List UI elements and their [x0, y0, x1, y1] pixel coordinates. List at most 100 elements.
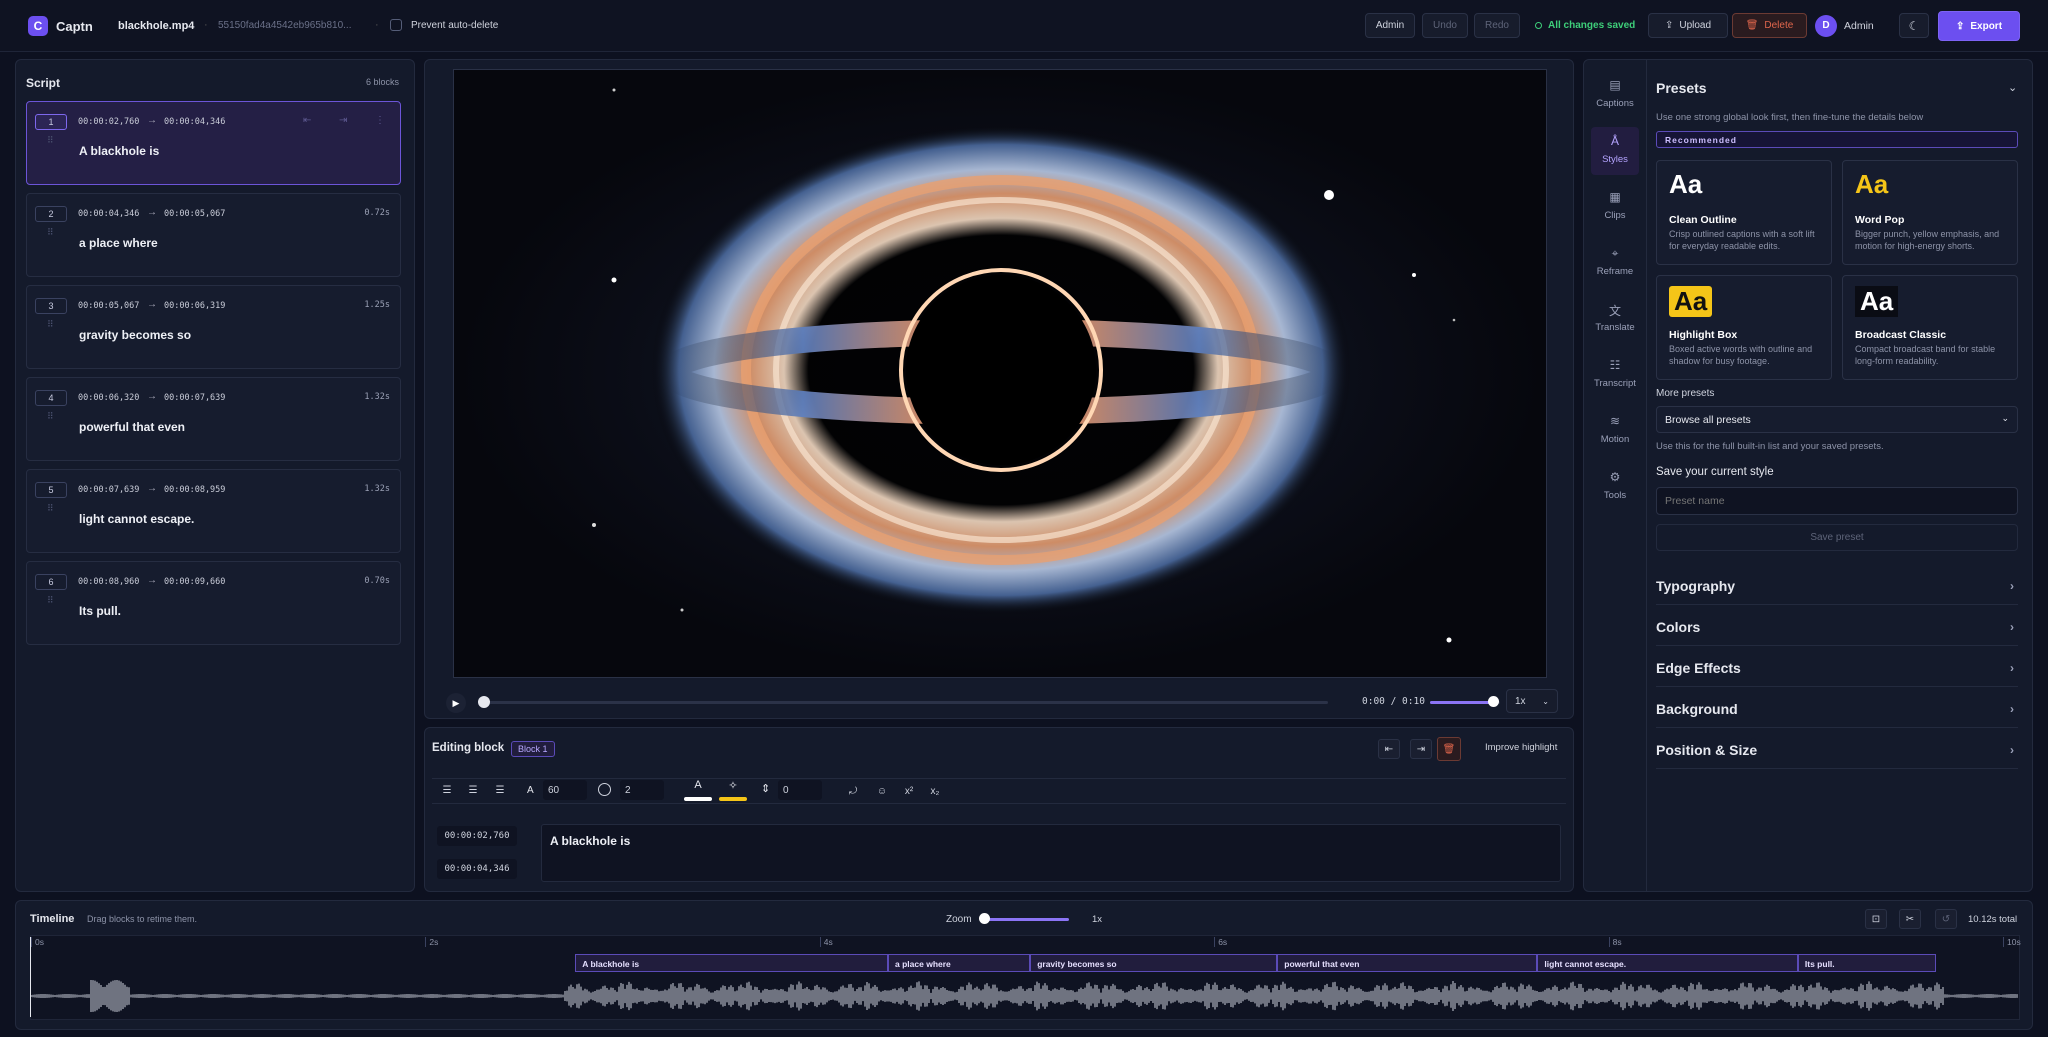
- section-position-size[interactable]: Position & Size ›: [1656, 731, 2018, 769]
- script-block[interactable]: 5 00:00:07,639 → 00:00:08,959 1.32s ⠿ li…: [26, 469, 401, 553]
- caption-text-field[interactable]: A blackhole is: [541, 824, 1561, 882]
- start-time-field[interactable]: 00:00:02,760: [437, 826, 517, 846]
- drag-handle-icon[interactable]: ⠿: [47, 596, 54, 605]
- section-background[interactable]: Background ›: [1656, 690, 2018, 728]
- wrap-button[interactable]: ⤾: [844, 781, 862, 801]
- rail-clips[interactable]: ▦ Clips: [1590, 190, 1640, 221]
- fit-button[interactable]: ⊡: [1865, 909, 1887, 929]
- script-block[interactable]: 2 00:00:04,346 → 00:00:05,067 0.72s ⠿ a …: [26, 193, 401, 277]
- block-end-time: 00:00:09,660: [164, 577, 226, 587]
- redo-button[interactable]: Redo: [1474, 13, 1520, 38]
- volume-thumb[interactable]: [1488, 696, 1499, 707]
- timeline-tick: 8s: [1608, 937, 1622, 947]
- block-text[interactable]: a place where: [79, 236, 158, 250]
- jump-start-button[interactable]: ⇤: [1378, 739, 1400, 759]
- rail-label: Transcript: [1594, 378, 1636, 389]
- stroke-input[interactable]: 2: [620, 780, 664, 800]
- playback-speed-select[interactable]: 1x ⌄: [1506, 689, 1558, 713]
- block-number: 4: [35, 390, 67, 406]
- rail-tools[interactable]: ⚙ Tools: [1590, 470, 1640, 501]
- rail-styles[interactable]: Å Styles: [1590, 134, 1640, 165]
- delete-button[interactable]: 🗑 Delete: [1732, 13, 1807, 38]
- highlight-color-button[interactable]: ✧: [719, 779, 747, 803]
- rail-motion[interactable]: ≋ Motion: [1590, 414, 1640, 445]
- save-preset-button[interactable]: Save preset: [1656, 524, 2018, 551]
- timeline-block[interactable]: Its pull.: [1797, 954, 1936, 972]
- script-block[interactable]: 1 00:00:02,760 → 00:00:04,346 ⠿ A blackh…: [26, 101, 401, 185]
- upload-button[interactable]: ⇪ Upload: [1648, 13, 1728, 38]
- timeline-block[interactable]: powerful that even: [1277, 954, 1538, 972]
- drag-handle-icon[interactable]: ⠿: [47, 412, 54, 421]
- emoji-button[interactable]: ☺: [873, 781, 891, 801]
- superscript-button[interactable]: x²: [900, 781, 918, 801]
- section-colors[interactable]: Colors ›: [1656, 608, 2018, 646]
- arrow-right-icon: →: [147, 483, 157, 494]
- block-text[interactable]: powerful that even: [79, 420, 185, 434]
- drag-handle-icon[interactable]: ⠿: [47, 228, 54, 237]
- video-frame[interactable]: [453, 69, 1547, 678]
- preset-card-clean-outline[interactable]: Aa Clean Outline Crisp outlined captions…: [1656, 160, 1832, 265]
- reset-button[interactable]: ↺: [1935, 909, 1957, 929]
- block-count: 6 blocks: [366, 77, 400, 87]
- script-block[interactable]: 6 00:00:08,960 → 00:00:09,660 0.70s ⠿ It…: [26, 561, 401, 645]
- play-button[interactable]: ▶: [446, 693, 466, 713]
- user-menu[interactable]: D Admin: [1815, 13, 1895, 38]
- preset-card-broadcast-classic[interactable]: Aa Broadcast Classic Compact broadcast b…: [1842, 275, 2018, 380]
- align-center-button[interactable]: ☰: [463, 780, 483, 800]
- timeline-block[interactable]: gravity becomes so: [1030, 954, 1278, 972]
- section-edge-effects[interactable]: Edge Effects ›: [1656, 649, 2018, 687]
- subscript-button[interactable]: x₂: [926, 781, 944, 801]
- jump-end-button[interactable]: ⇥: [1410, 739, 1432, 759]
- script-block[interactable]: 4 00:00:06,320 → 00:00:07,639 1.32s ⠿ po…: [26, 377, 401, 461]
- drag-handle-icon[interactable]: ⠿: [47, 320, 54, 329]
- motion-icon: ≋: [1609, 414, 1621, 428]
- block-text[interactable]: gravity becomes so: [79, 328, 191, 342]
- seek-bar[interactable]: [478, 701, 1328, 704]
- chevron-right-icon: ›: [2010, 578, 2014, 593]
- block-text[interactable]: light cannot escape.: [79, 512, 194, 526]
- zoom-slider[interactable]: [984, 918, 1069, 921]
- preset-card-word-pop[interactable]: Aa Word Pop Bigger punch, yellow emphasi…: [1842, 160, 2018, 265]
- align-left-button[interactable]: ☰: [437, 780, 457, 800]
- drag-handle-icon[interactable]: ⠿: [47, 504, 54, 513]
- split-button[interactable]: ✂: [1899, 909, 1921, 929]
- rail-reframe[interactable]: ⌖ Reframe: [1590, 246, 1640, 277]
- font-size-input[interactable]: 60: [543, 780, 587, 800]
- theme-toggle-button[interactable]: ☾: [1899, 13, 1929, 38]
- insert-after-icon[interactable]: ⇥: [339, 115, 347, 126]
- timeline-hint: Drag blocks to retime them.: [87, 914, 198, 924]
- preset-card-highlight-box[interactable]: Aa Highlight Box Boxed active words with…: [1656, 275, 1832, 380]
- timeline-block[interactable]: light cannot escape.: [1537, 954, 1798, 972]
- export-button[interactable]: ⇪ Export: [1938, 11, 2020, 41]
- block-text[interactable]: A blackhole is: [79, 144, 159, 158]
- avatar: D: [1815, 14, 1837, 37]
- more-icon[interactable]: ⋮: [375, 115, 385, 126]
- script-block[interactable]: 3 00:00:05,067 → 00:00:06,319 1.25s ⠿ gr…: [26, 285, 401, 369]
- spacing-input[interactable]: 0: [778, 780, 822, 800]
- timeline-block[interactable]: a place where: [888, 954, 1031, 972]
- preset-sample: Aa: [1855, 286, 1899, 317]
- zoom-thumb[interactable]: [979, 913, 990, 924]
- browse-presets-select[interactable]: Browse all presets ⌄: [1656, 406, 2018, 433]
- end-time-field[interactable]: 00:00:04,346: [437, 859, 517, 879]
- rail-captions[interactable]: ▤ Captions: [1590, 78, 1640, 109]
- section-typography[interactable]: Typography ›: [1656, 567, 2018, 605]
- preset-name-input[interactable]: [1656, 487, 2018, 515]
- presets-collapse-icon[interactable]: ⌄: [2008, 81, 2017, 94]
- drag-handle-icon[interactable]: ⠿: [47, 136, 54, 145]
- timeline-block[interactable]: A blackhole is: [575, 954, 889, 972]
- undo-button[interactable]: Undo: [1422, 13, 1468, 38]
- text-color-button[interactable]: A: [684, 779, 712, 803]
- prevent-auto-delete-checkbox[interactable]: [390, 19, 402, 31]
- app-logo[interactable]: C: [28, 16, 48, 36]
- saved-dot-icon: [1535, 22, 1542, 29]
- delete-block-button[interactable]: 🗑: [1437, 737, 1461, 761]
- rail-translate[interactable]: 文 Translate: [1590, 302, 1640, 333]
- seek-thumb[interactable]: [478, 696, 490, 708]
- align-right-button[interactable]: ☰: [490, 780, 510, 800]
- insert-before-icon[interactable]: ⇤: [303, 115, 311, 126]
- admin-button[interactable]: Admin: [1365, 13, 1415, 38]
- rail-transcript[interactable]: ☷ Transcript: [1590, 358, 1640, 389]
- block-text[interactable]: Its pull.: [79, 604, 121, 618]
- improve-highlight-button[interactable]: Improve highlight: [1485, 742, 1557, 753]
